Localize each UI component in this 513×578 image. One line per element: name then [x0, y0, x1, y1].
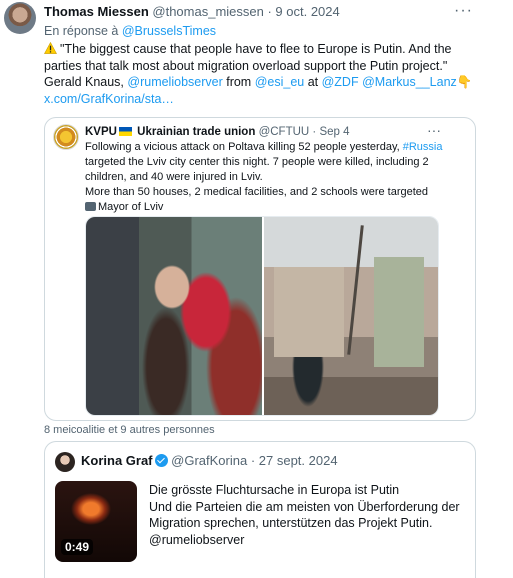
photo-women-embracing[interactable] — [86, 217, 262, 415]
reply-prefix: En réponse à — [44, 24, 122, 38]
camera-icon — [85, 202, 96, 211]
tweet-text-part-2: from — [222, 75, 255, 89]
quoted-tweet-korina-graf[interactable]: Korina Graf @GrafKorina · 27 sept. 2024 … — [44, 441, 476, 578]
quote2-text: Die grösste Fluchtursache in Europa ist … — [149, 483, 460, 547]
warning-icon — [44, 42, 57, 54]
quote2-separator: · — [247, 453, 259, 468]
hashtag-russia[interactable]: #Russia — [403, 141, 443, 153]
mention-markus-lanz[interactable]: @Markus__Lanz — [362, 75, 457, 89]
quote1-text-part-3: More than 50 houses, 2 medical facilitie… — [85, 186, 429, 198]
tweet-text: "The biggest cause that people have to f… — [44, 41, 474, 107]
author-name[interactable]: Thomas Miessen — [44, 4, 149, 19]
quote1-separator: · — [309, 126, 320, 138]
video-duration: 0:49 — [61, 539, 94, 555]
korina-name[interactable]: Korina Graf — [81, 453, 153, 468]
tweet-link[interactable]: x.com/GrafKorina/sta… — [44, 92, 174, 106]
header-separator: · — [263, 4, 276, 19]
more-options-icon[interactable]: ··· — [454, 2, 473, 20]
quote1-header: KVPU Ukrainian trade union @CFTUU · Sep … — [85, 126, 350, 138]
kvpu-name-suffix[interactable]: Ukrainian trade union — [134, 126, 255, 138]
quote2-date[interactable]: 27 sept. 2024 — [259, 453, 338, 468]
photo-destroyed-building[interactable] — [264, 217, 438, 415]
pointing-down-emoji: 👇 — [456, 75, 473, 89]
kvpu-avatar[interactable] — [53, 124, 79, 150]
quote1-date[interactable]: Sep 4 — [319, 126, 349, 138]
kvpu-name[interactable]: KVPU — [85, 126, 117, 138]
author-avatar[interactable] — [4, 2, 36, 34]
mention-zdf[interactable]: @ZDF — [322, 75, 359, 89]
quote1-text-part-1: Following a vicious attack on Poltava ki… — [85, 141, 403, 153]
korina-avatar[interactable] — [55, 452, 75, 472]
video-thumbnail[interactable]: 0:49 — [55, 481, 137, 562]
reply-context: En réponse à @BrusselsTimes — [44, 24, 216, 38]
mention-esi-eu[interactable]: @esi_eu — [255, 75, 305, 89]
korina-handle[interactable]: @GrafKorina — [171, 453, 247, 468]
bare-tree — [347, 225, 364, 355]
quote1-more-icon[interactable]: ··· — [427, 122, 441, 138]
reply-to-link[interactable]: @BrusselsTimes — [122, 24, 216, 38]
photo-credit: Mayor of Lviv — [98, 201, 164, 213]
ruined-building — [274, 267, 344, 357]
quote1-text: Following a vicious attack on Poltava ki… — [85, 140, 445, 215]
ukraine-flag-icon — [118, 127, 132, 136]
damaged-building — [374, 257, 424, 367]
quoted-tweet-kvpu[interactable]: KVPU Ukrainian trade union @CFTUU · Sep … — [44, 117, 476, 421]
author-handle[interactable]: @thomas_miessen — [152, 4, 263, 19]
quote1-media[interactable] — [85, 216, 439, 416]
verified-badge-icon — [154, 454, 168, 467]
quote1-text-part-2: targeted the Lviv city center this night… — [85, 156, 429, 183]
tweet-text-part-3: at — [304, 75, 322, 89]
quote2-header: Korina Graf @GrafKorina · 27 sept. 2024 — [81, 453, 338, 468]
tweet-header: Thomas Miessen @thomas_miessen · 9 oct. … — [44, 4, 340, 19]
mention-rumeliobserver[interactable]: @rumeliobserver — [127, 75, 222, 89]
tweet-date[interactable]: 9 oct. 2024 — [275, 4, 339, 19]
likes-line[interactable]: 8 meicoalitie et 9 autres personnes — [44, 424, 215, 436]
kvpu-handle[interactable]: @CFTUU — [259, 126, 310, 138]
